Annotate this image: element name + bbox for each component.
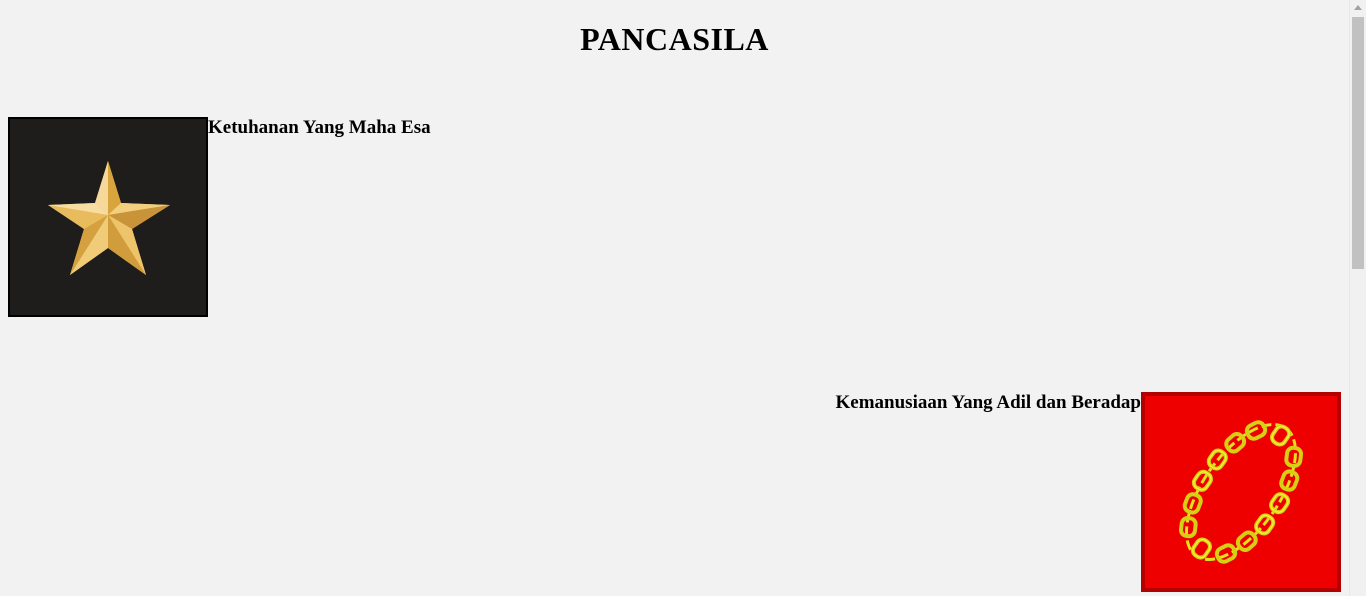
sila-item-2: Kemanusiaan Yang Adil dan Beradap (836, 392, 1341, 592)
chain-icon (1141, 392, 1341, 592)
scroll-thumb[interactable] (1352, 17, 1364, 269)
vertical-scrollbar[interactable] (1349, 0, 1366, 596)
sila-item-1: Ketuhanan Yang Maha Esa (8, 117, 431, 317)
page: PANCASILA Ketuhanan Yang Maha Esa Kemanu… (0, 0, 1349, 596)
sila-text-2: Kemanusiaan Yang Adil dan Beradap (835, 392, 1142, 413)
sila-text-1: Ketuhanan Yang Maha Esa (208, 117, 431, 138)
star-icon (8, 117, 208, 317)
scroll-up-icon[interactable] (1354, 5, 1362, 10)
page-title: PANCASILA (580, 21, 769, 57)
